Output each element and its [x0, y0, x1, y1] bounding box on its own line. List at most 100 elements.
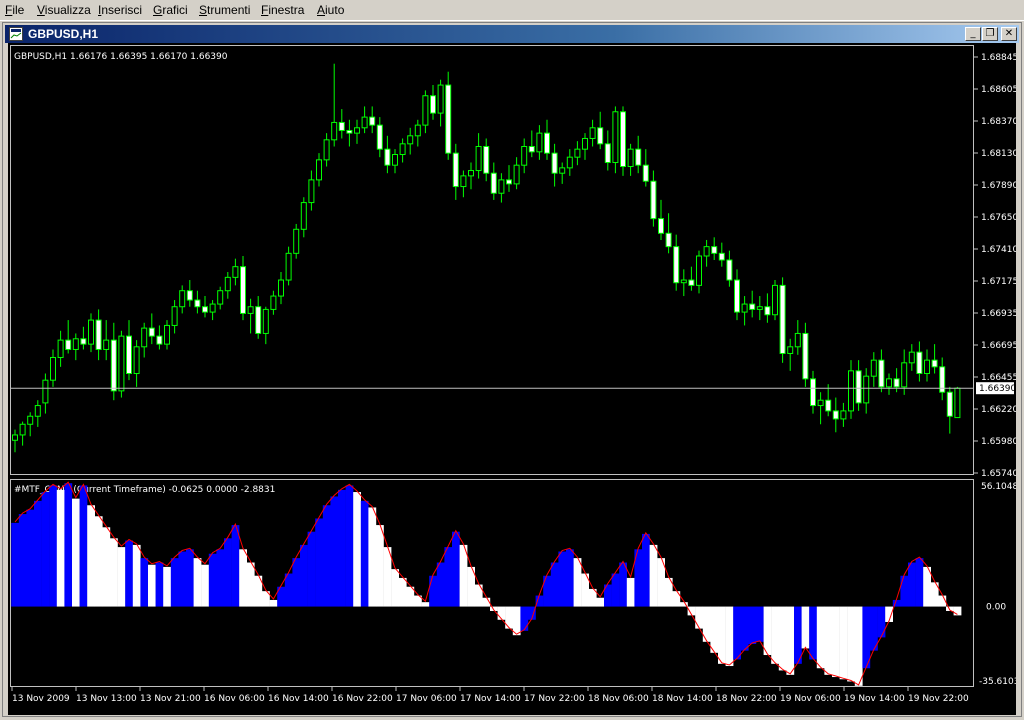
- chart-window-icon: [9, 27, 23, 41]
- candle-body: [95, 319, 102, 350]
- time-label: 19 Nov 22:00: [908, 694, 969, 704]
- histogram-bar: [710, 606, 719, 653]
- histogram-bar: [125, 540, 133, 607]
- minimize-button[interactable]: _: [965, 27, 981, 41]
- candle-body: [300, 202, 307, 230]
- histogram-bar: [87, 505, 95, 607]
- candle-body: [544, 132, 550, 154]
- histogram-bar: [360, 500, 369, 607]
- histogram-bar: [900, 575, 909, 607]
- candle-body: [437, 84, 444, 114]
- histogram-bar: [725, 606, 734, 667]
- histogram-bar: [178, 551, 187, 607]
- histogram-bar: [596, 597, 605, 607]
- histogram-bar: [216, 549, 225, 607]
- histogram-bar: [269, 599, 278, 607]
- histogram-bar: [41, 492, 50, 607]
- histogram-bar: [839, 606, 848, 680]
- time-label: 13 Nov 2009: [12, 694, 70, 704]
- price-label: 1.67650: [981, 213, 1016, 223]
- candle-body: [528, 145, 535, 153]
- histogram-bar: [877, 606, 886, 638]
- histogram-bar: [520, 606, 529, 631]
- candle-body: [916, 351, 923, 375]
- chart-area[interactable]: 1.68845 1.68605 1.68370 1.68130 1.67890 1.676…: [8, 43, 1024, 715]
- candle-body: [126, 335, 132, 375]
- candle-body: [680, 279, 687, 284]
- candle-body: [42, 379, 49, 404]
- histogram-bar: [908, 562, 916, 607]
- histogram-bar: [512, 606, 521, 636]
- histogram-bar: [854, 606, 863, 686]
- candle-body: [802, 332, 809, 380]
- price-label: 1.68605: [981, 85, 1016, 95]
- candle-body: [422, 95, 429, 126]
- candle-body: [392, 154, 398, 166]
- menu-finestra[interactable]: Finestra: [261, 3, 304, 17]
- candle-body: [893, 378, 900, 388]
- candle-body: [551, 152, 558, 174]
- candle-body: [597, 127, 604, 145]
- candle-body: [209, 303, 216, 313]
- candle-body: [673, 246, 680, 284]
- candle-body: [141, 327, 148, 348]
- candle-body: [506, 179, 512, 185]
- candle-body: [194, 299, 201, 308]
- candle-body: [460, 175, 467, 188]
- candle-body: [285, 252, 292, 281]
- close-button[interactable]: ✕: [1001, 27, 1017, 41]
- candle-body: [490, 172, 497, 194]
- histogram-bar: [923, 566, 931, 607]
- histogram-bar: [148, 564, 156, 607]
- candle-body: [247, 306, 254, 314]
- menu-aiuto[interactable]: Aiuto: [317, 3, 344, 17]
- candle-body: [498, 179, 505, 194]
- histogram-bar: [573, 558, 582, 607]
- histogram-bar: [809, 606, 817, 660]
- price-label: 1.67890: [981, 181, 1016, 191]
- histogram-bar: [231, 525, 240, 607]
- histogram-bar: [56, 489, 65, 607]
- price-label: 1.66695: [981, 341, 1016, 351]
- histogram-bar: [11, 522, 19, 607]
- window-title: GBPUSD,H1: [28, 27, 99, 41]
- menu-visualizza[interactable]: Visualizza: [37, 3, 91, 17]
- restore-button[interactable]: ❐: [982, 27, 998, 41]
- histogram-bar: [155, 562, 164, 607]
- candle-body: [186, 290, 193, 301]
- histogram-bar: [79, 485, 88, 607]
- price-label: 1.68130: [981, 149, 1016, 159]
- histogram-bar: [322, 505, 331, 607]
- candle-body: [202, 306, 208, 313]
- candle-body: [452, 152, 459, 188]
- menu-strumenti[interactable]: Strumenti: [199, 3, 250, 17]
- candle-body: [688, 279, 695, 286]
- candle-body: [346, 129, 353, 134]
- histogram-bar: [550, 562, 559, 607]
- candle-body: [589, 127, 596, 139]
- candle-body: [794, 332, 801, 348]
- histogram-bar: [193, 558, 202, 607]
- menu-grafici[interactable]: Grafici: [153, 3, 188, 17]
- candle-body: [924, 359, 930, 375]
- candle-body: [870, 359, 877, 377]
- candle-body: [224, 276, 231, 292]
- candle-body: [103, 339, 110, 350]
- menu-inserisci[interactable]: Inserisci: [98, 3, 142, 17]
- histogram-bar: [117, 547, 126, 607]
- histogram-bar: [421, 602, 430, 607]
- histogram-bar: [140, 558, 149, 607]
- histogram-bar: [794, 606, 802, 664]
- menu-file[interactable]: File: [5, 3, 24, 17]
- window-titlebar[interactable]: GBPUSD,H1 _ ❐ ✕: [5, 25, 1019, 43]
- histogram-bar: [832, 606, 840, 678]
- candle-body: [620, 111, 626, 168]
- chart-canvas[interactable]: 1.68845 1.68605 1.68370 1.68130 1.67890 1.676…: [8, 43, 1024, 715]
- histogram-bar: [132, 544, 141, 607]
- candle-body: [164, 324, 170, 345]
- price-label: 1.68370: [981, 117, 1016, 127]
- histogram-bar: [186, 549, 194, 607]
- indicator-max-label: 56.1048: [981, 482, 1016, 492]
- histogram-bar: [383, 547, 392, 607]
- candle-body: [658, 218, 664, 234]
